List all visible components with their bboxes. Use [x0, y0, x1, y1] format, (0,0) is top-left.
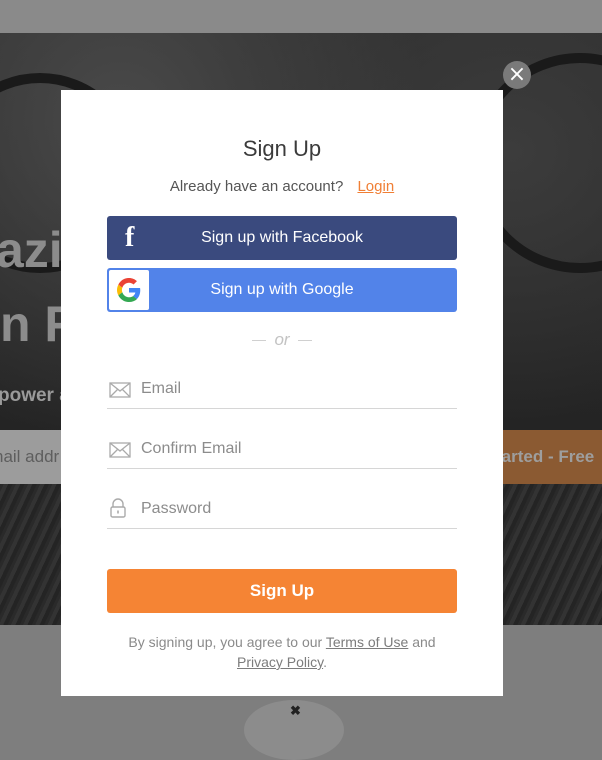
google-signup-label: Sign up with Google — [210, 281, 354, 298]
terms-of-use-link[interactable]: Terms of Use — [326, 634, 408, 650]
or-divider-text: or — [274, 330, 290, 349]
background-close-mark-icon: ✖ — [290, 703, 301, 718]
email-field — [107, 368, 457, 409]
or-divider: or — [61, 330, 503, 350]
email-input[interactable] — [141, 374, 451, 404]
modal-title: Sign Up — [242, 136, 322, 161]
background-email-input: nail addr — [0, 447, 60, 466]
password-field — [107, 488, 457, 529]
background-get-started-button: tarted - Free — [492, 430, 602, 484]
have-account-text: Already have an account? — [169, 178, 344, 195]
have-account-row: Already have an account? Login — [61, 178, 503, 195]
signup-button[interactable]: Sign Up — [107, 569, 457, 613]
envelope-icon — [109, 442, 131, 463]
privacy-policy-link[interactable]: Privacy Policy — [237, 654, 323, 670]
login-link[interactable]: Login — [357, 178, 394, 195]
password-input[interactable] — [141, 494, 451, 524]
background-topbar — [0, 0, 602, 33]
terms-and: and — [412, 634, 436, 650]
facebook-signup-label: Sign up with Facebook — [201, 229, 363, 246]
close-icon: × — [507, 62, 527, 87]
google-signup-button[interactable]: Sign up with Google — [107, 268, 457, 312]
lock-icon — [109, 498, 127, 523]
terms-prefix: By signing up, you agree to our — [128, 634, 323, 650]
confirm-email-field — [107, 428, 457, 469]
envelope-icon — [109, 382, 131, 403]
terms-text: By signing up, you agree to our Terms of… — [101, 632, 463, 672]
close-button[interactable]: × — [503, 61, 531, 89]
facebook-signup-button[interactable]: f Sign up with Facebook — [107, 216, 457, 260]
terms-suffix: . — [323, 654, 327, 670]
confirm-email-input[interactable] — [141, 434, 451, 464]
signup-modal: Sign Up Already have an account? Login f… — [61, 90, 503, 696]
